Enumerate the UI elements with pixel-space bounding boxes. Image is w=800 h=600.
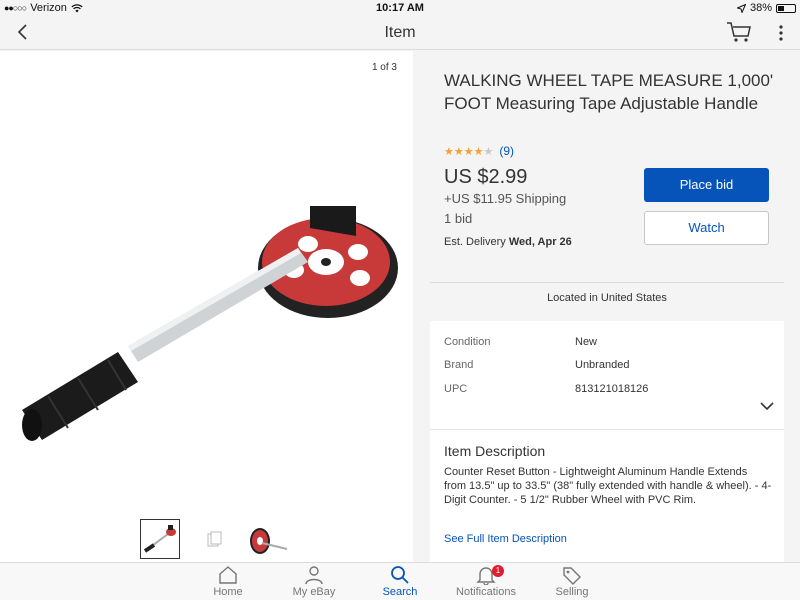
- thumbnail-strip: [140, 519, 288, 559]
- item-title: WALKING WHEEL TAPE MEASURE 1,000' FOOT M…: [444, 71, 774, 113]
- thumbnail-1[interactable]: [140, 519, 180, 559]
- thumbnail-3[interactable]: [248, 519, 288, 559]
- tab-label: Selling: [555, 586, 589, 598]
- tab-label: Notifications: [456, 586, 516, 598]
- rating-count[interactable]: (9): [499, 144, 514, 158]
- tab-search[interactable]: Search: [360, 565, 440, 598]
- tag-icon: [563, 567, 581, 585]
- person-icon: [305, 566, 323, 585]
- delivery-label: Est. Delivery: [444, 236, 506, 248]
- item-specifics-card: Condition New Brand Unbranded UPC 813121…: [430, 321, 784, 562]
- tab-selling[interactable]: Selling: [532, 565, 612, 598]
- tab-label: My eBay: [292, 586, 336, 598]
- bid-count: 1 bid: [444, 211, 473, 226]
- tab-my-ebay[interactable]: My eBay: [274, 565, 354, 598]
- item-price: US $2.99: [444, 166, 528, 188]
- description-body: Counter Reset Button - Lightweight Alumi…: [444, 466, 772, 506]
- battery-percent: 38%: [749, 2, 772, 14]
- notification-badge: 1: [492, 565, 504, 577]
- thumbnail-2[interactable]: [194, 519, 234, 559]
- place-bid-button[interactable]: Place bid: [644, 168, 769, 202]
- spec-key: Brand: [444, 359, 474, 371]
- image-gallery[interactable]: 1 of 3: [0, 51, 413, 562]
- divider: [430, 282, 784, 283]
- spec-key: UPC: [444, 383, 468, 395]
- tab-label: Search: [382, 586, 418, 598]
- estimated-delivery: Est. Delivery Wed, Apr 26: [444, 236, 572, 248]
- spec-value: Unbranded: [575, 359, 630, 371]
- cart-icon[interactable]: [726, 21, 752, 43]
- product-image[interactable]: [8, 206, 408, 451]
- clock: 10:17 AM: [376, 2, 424, 14]
- tab-notifications[interactable]: 1 Notifications: [446, 565, 526, 598]
- nav-bar: Item: [0, 16, 800, 50]
- home-icon: [219, 566, 237, 584]
- chevron-down-icon[interactable]: [760, 401, 774, 411]
- battery-icon: [776, 3, 796, 13]
- divider: [430, 429, 784, 430]
- shipping-cost: +US $11.95 Shipping: [444, 191, 567, 206]
- search-icon: [391, 566, 409, 584]
- item-location: Located in United States: [547, 292, 667, 304]
- delivery-date: Wed, Apr 26: [508, 236, 572, 248]
- spec-key: Condition: [444, 336, 491, 348]
- see-full-description-link[interactable]: See Full Item Description: [444, 533, 567, 545]
- page-title: Item: [384, 24, 416, 41]
- star-rating: ★★★★★: [444, 145, 494, 158]
- location-arrow-icon: [736, 3, 746, 13]
- rating[interactable]: ★★★★★ (9): [444, 144, 514, 158]
- image-pager: 1 of 3: [371, 62, 397, 73]
- more-vertical-icon[interactable]: [776, 22, 786, 44]
- watch-button[interactable]: Watch: [644, 211, 769, 245]
- tab-bar: Home My eBay Search 1 Notifications Sell…: [0, 562, 800, 600]
- tab-home[interactable]: Home: [188, 565, 268, 598]
- status-bar: ●●○○○ Verizon 10:17 AM 38%: [0, 0, 800, 16]
- description-title: Item Description: [444, 443, 546, 459]
- item-details: WALKING WHEEL TAPE MEASURE 1,000' FOOT M…: [414, 51, 800, 562]
- spec-value: New: [575, 336, 598, 348]
- tab-label: Home: [213, 586, 243, 598]
- spec-value: 813121018126: [575, 383, 649, 395]
